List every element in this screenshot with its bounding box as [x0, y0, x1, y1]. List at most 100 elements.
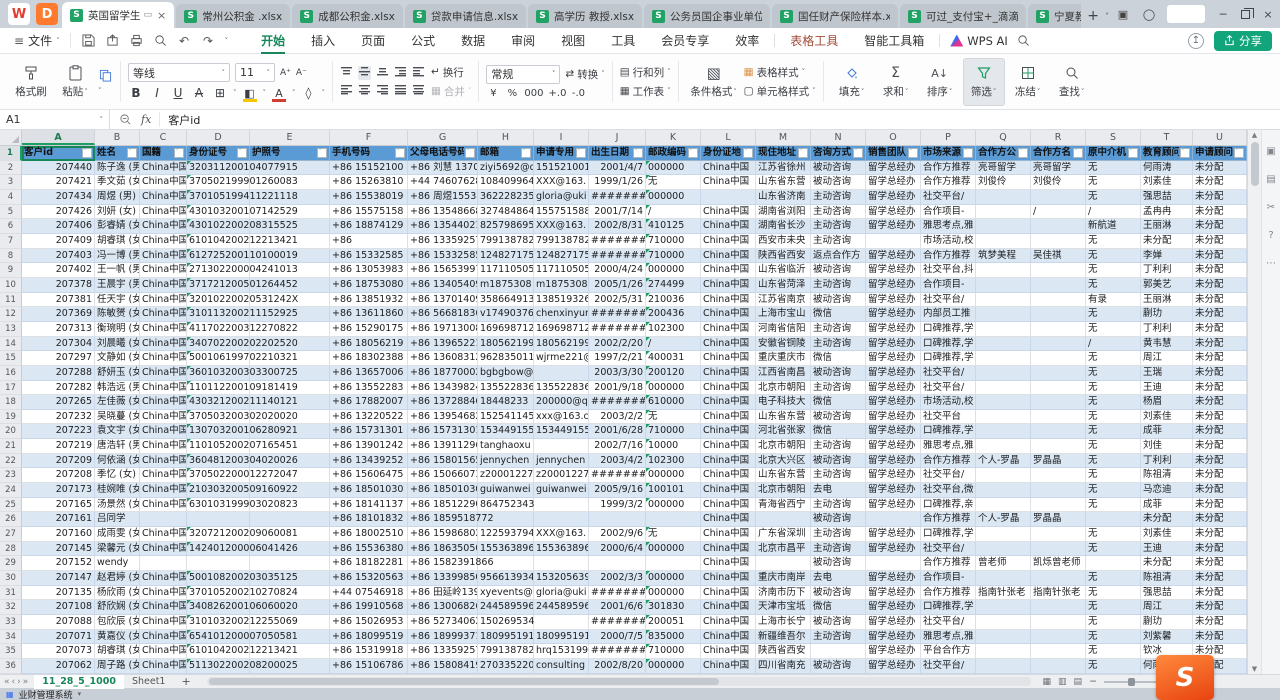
cell-U20[interactable]: 未分配 [1193, 424, 1247, 439]
cell-L32[interactable]: China中国 [701, 600, 756, 615]
cell-M2[interactable]: 江苏省徐州 [756, 161, 811, 176]
cell-C8[interactable]: China中国 [140, 249, 187, 264]
cell-B33[interactable]: 包欣辰 (女 [95, 615, 140, 630]
cell-Q12[interactable] [976, 307, 1031, 322]
valign-middle-icon[interactable] [358, 66, 371, 80]
cell-Q3[interactable]: 刘俊伶 [976, 175, 1031, 190]
cell-B26[interactable]: 吕同学 [95, 512, 140, 527]
cell-G25[interactable]: +86 1851229020 [408, 498, 478, 513]
cell-N34[interactable]: 主动咨询 [811, 630, 866, 645]
name-box[interactable]: A1˅ [0, 110, 110, 130]
cell-I20[interactable]: 153449155 [534, 424, 589, 439]
cell-N28[interactable]: 主动咨询 [811, 542, 866, 557]
header-cell-7[interactable]: 父母电话号码 [408, 146, 478, 161]
filter-dropdown-icon[interactable] [1234, 148, 1244, 158]
cell-G14[interactable]: +86 1396522100 [408, 337, 478, 352]
cell-P12[interactable]: 内部员工推 [921, 307, 976, 322]
排序-button[interactable]: A↓排序˅ [919, 58, 961, 106]
cell-P25[interactable]: 口碑推荐,亲 [921, 498, 976, 513]
cell-O15[interactable]: 留学总经办 [866, 351, 921, 366]
valign-bottom-icon[interactable] [376, 66, 389, 80]
cell-C23[interactable]: China中国 [140, 468, 187, 483]
filter-dropdown-icon[interactable] [1180, 148, 1190, 158]
cell-J11[interactable]: 2002/5/31 [589, 293, 646, 308]
cell-P2[interactable]: 合作方推荐 [921, 161, 976, 176]
cell-N24[interactable]: 去电 [811, 483, 866, 498]
冻结-button[interactable]: 冻结˅ [1007, 58, 1049, 106]
cell-D16[interactable]: 360103200303300725 [187, 366, 250, 381]
cell-G3[interactable]: +44 7460762888 [408, 175, 478, 190]
cell-L26[interactable]: China中国 [701, 512, 756, 527]
cell-K26[interactable] [646, 512, 701, 527]
cell-O30[interactable]: 留学总经办 [866, 571, 921, 586]
cell-C16[interactable]: China中国 [140, 366, 187, 381]
cell-L34[interactable]: China中国 [701, 630, 756, 645]
cell-A13[interactable]: 207313 [22, 322, 95, 337]
row-number-16[interactable]: 16 [0, 366, 22, 381]
cell-F13[interactable]: +86 15290175 [330, 322, 408, 337]
cell-P8[interactable]: 合作方推荐 [921, 249, 976, 264]
cell-T10[interactable]: 郭美艺 [1141, 278, 1193, 293]
cell-H14[interactable]: 180562199 [478, 337, 534, 352]
cell-A8[interactable]: 207403 [22, 249, 95, 264]
cell-J5[interactable]: 2001/7/14 [589, 205, 646, 220]
horizontal-scroll-thumb[interactable] [209, 678, 720, 685]
cell-D34[interactable]: 654101200007050581 [187, 630, 250, 645]
cell-G32[interactable]: +86 1300682663 [408, 600, 478, 615]
cell-P18[interactable]: 市场活动,校 [921, 395, 976, 410]
cell-O29[interactable] [866, 556, 921, 571]
cell-D23[interactable]: 370502200012272047 [187, 468, 250, 483]
row-number-26[interactable]: 26 [0, 512, 22, 527]
cell-M29[interactable] [756, 556, 811, 571]
cell-L13[interactable]: China中国 [701, 322, 756, 337]
cell-M22[interactable]: 北京大兴区 [756, 454, 811, 469]
cell-Q34[interactable] [976, 630, 1031, 645]
cell-C25[interactable]: China中国 [140, 498, 187, 513]
menu-tab-1[interactable]: 插入 [298, 28, 348, 54]
cell-S33[interactable]: 无 [1086, 615, 1141, 630]
cell-P5[interactable]: 合作项目- [921, 205, 976, 220]
cell-S23[interactable]: 无 [1086, 468, 1141, 483]
cell-G31[interactable]: +86 田延岭1395 [408, 586, 478, 601]
thousands-icon[interactable]: 000 [524, 88, 543, 99]
cell-O8[interactable]: 留学总经办 [866, 249, 921, 264]
cell-B10[interactable]: 王晨宇 (男 [95, 278, 140, 293]
cell-M13[interactable]: 河南省信阳 [756, 322, 811, 337]
cell-U7[interactable]: 未分配 [1193, 234, 1247, 249]
cell-Q30[interactable] [976, 571, 1031, 586]
cell-A28[interactable]: 207145 [22, 542, 95, 557]
chevron-down-icon[interactable]: ▾ [78, 690, 82, 698]
cell-U17[interactable]: 未分配 [1193, 381, 1247, 396]
cell-C14[interactable]: China中国 [140, 337, 187, 352]
cell-N14[interactable]: 主动咨询 [811, 337, 866, 352]
cell-J32[interactable]: 2001/6/6 [589, 600, 646, 615]
cell-A15[interactable]: 207297 [22, 351, 95, 366]
cell-G22[interactable]: +86 1580156591 [408, 454, 478, 469]
filter-dropdown-icon[interactable] [1018, 148, 1028, 158]
cell-G19[interactable]: +86 1395468251 [408, 410, 478, 425]
cell-R31[interactable]: 指南针张老 [1031, 586, 1086, 601]
cell-L23[interactable]: China中国 [701, 468, 756, 483]
bold-icon[interactable]: B [128, 86, 144, 100]
cell-K3[interactable]: 无 [646, 175, 701, 190]
cell-C36[interactable]: China中国 [140, 659, 187, 674]
cell-H11[interactable]: 358664913 [478, 293, 534, 308]
cell-P13[interactable]: 口碑推荐,学 [921, 322, 976, 337]
row-number-11[interactable]: 11 [0, 293, 22, 308]
cell-C12[interactable]: China中国 [140, 307, 187, 322]
cell-L6[interactable]: China中国 [701, 219, 756, 234]
cell-H16[interactable]: bgbgbow@ [478, 366, 534, 381]
cell-S22[interactable]: 无 [1086, 454, 1141, 469]
strikethrough-icon[interactable]: A [191, 86, 207, 100]
cell-A2[interactable]: 207440 [22, 161, 95, 176]
header-cell-6[interactable]: 手机号码 [330, 146, 408, 161]
cell-I23[interactable]: z20001227 [534, 468, 589, 483]
cell-L24[interactable]: China中国 [701, 483, 756, 498]
row-number-3[interactable]: 3 [0, 175, 22, 190]
fx-icon[interactable]: fx [141, 113, 151, 126]
cell-G17[interactable]: +86 1343982452 [408, 381, 478, 396]
cell-H15[interactable]: 962835011 [478, 351, 534, 366]
cell-C4[interactable]: China中国 [140, 190, 187, 205]
求和-button[interactable]: Σ求和˅ [875, 58, 917, 106]
cell-L7[interactable]: China中国 [701, 234, 756, 249]
